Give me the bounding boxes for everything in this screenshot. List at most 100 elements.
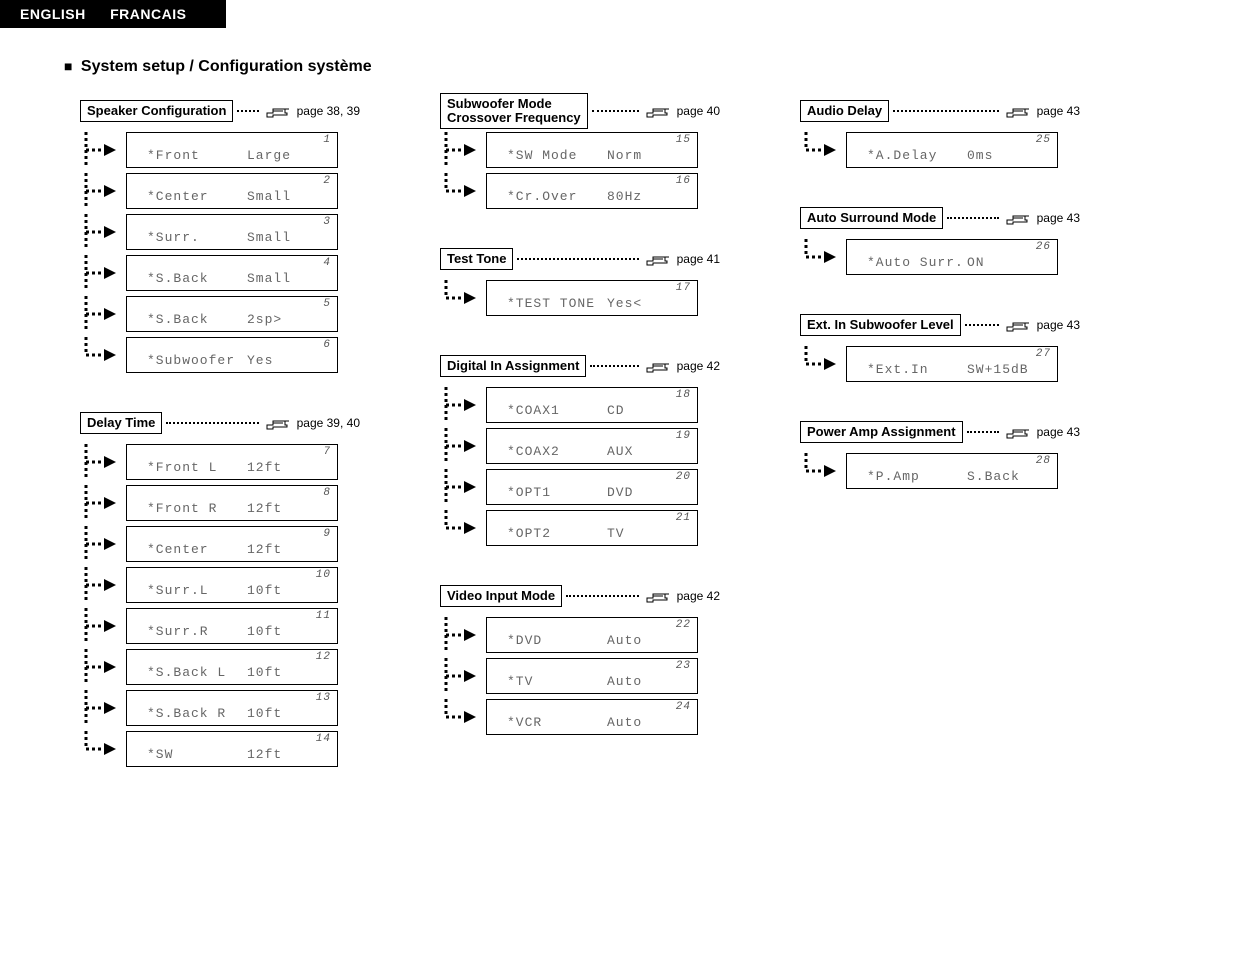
lcd-param-value: Yes [247, 353, 273, 368]
items-area: 18*COAX1CD 19*COAX2AUX 20*OPT1DVD 21 *OPT… [440, 387, 720, 546]
lcd-display: 19*COAX2AUX [486, 428, 698, 464]
column: Audio Delay page 43 25*A.Delay0ms Auto Su… [800, 96, 1080, 494]
flow-arrow-icon [440, 280, 480, 316]
block-header: Test Tone page 41 [440, 244, 720, 274]
hand-pointer-icon [265, 103, 291, 119]
step-number: 8 [323, 487, 331, 499]
flow-arrow-icon [440, 617, 480, 653]
items-area: 1*FrontLarge 2*CenterSmall 3*Surr.Small … [80, 132, 360, 373]
flow-arrow-icon [80, 731, 120, 767]
lcd-param-value: CD [607, 403, 625, 418]
step-number: 26 [1036, 241, 1051, 253]
square-bullet-icon: ■ [64, 58, 72, 74]
step-number: 21 [676, 512, 691, 524]
lcd-display: 3*Surr.Small [126, 214, 338, 250]
lcd-display: 20*OPT1DVD [486, 469, 698, 505]
flow-arrow-icon [80, 214, 120, 250]
hand-pointer-icon [265, 415, 291, 431]
step-number: 23 [676, 660, 691, 672]
menu-item-row: 25*A.Delay0ms [800, 132, 1080, 168]
menu-item-row: 26 *Auto Surr.ON [800, 239, 1080, 275]
block-label: Auto Surround Mode [800, 207, 943, 229]
flow-arrow-icon [800, 346, 840, 382]
step-number: 9 [323, 528, 331, 540]
menu-block: Audio Delay page 43 25*A.Delay0ms [800, 96, 1080, 173]
lcd-param-value: 0ms [967, 148, 993, 163]
flow-arrow-icon [80, 485, 120, 521]
hand-pointer-icon [1005, 103, 1031, 119]
lcd-param-name: *OPT1 [507, 485, 551, 500]
lcd-param-name: *TEST TONE [507, 296, 595, 311]
lcd-display: 18*COAX1CD [486, 387, 698, 423]
lang-francais[interactable]: FRANCAIS [110, 6, 186, 22]
menu-item-row: 8*Front R12ft [80, 485, 360, 521]
flow-arrow-icon [800, 239, 840, 275]
lcd-display: 7*Front L12ft [126, 444, 338, 480]
lcd-param-value: Yes< [607, 296, 642, 311]
step-number: 2 [323, 175, 331, 187]
menu-item-row: 16*Cr.Over80Hz [440, 173, 720, 209]
lcd-param-value: SW+15dB [967, 362, 1029, 377]
step-number: 15 [676, 134, 691, 146]
lcd-param-value: 10ft [247, 583, 282, 598]
menu-item-row: 17*TEST TONEYes< [440, 280, 720, 316]
step-number: 1 [323, 134, 331, 146]
lcd-param-value: 12ft [247, 747, 282, 762]
menu-block: Digital In Assignment page 42 18*COAX1CD… [440, 351, 720, 551]
block-header: Speaker Configuration page 38, 39 [80, 96, 360, 126]
menu-item-row: 28*P.AmpS.Back [800, 453, 1080, 489]
flow-arrow-icon [80, 337, 120, 373]
flow-arrow-icon [80, 649, 120, 685]
lcd-param-value: 12ft [247, 542, 282, 557]
lcd-display: 6 *Subwoofer Yes [126, 337, 338, 373]
flow-arrow-icon [80, 690, 120, 726]
lcd-display: 23*TVAuto [486, 658, 698, 694]
flow-arrow-icon [440, 658, 480, 694]
lcd-param-name: *Auto Surr. [867, 255, 964, 270]
step-number: 14 [316, 733, 331, 745]
menu-item-row: 9*Center12ft [80, 526, 360, 562]
menu-item-row: 20*OPT1DVD [440, 469, 720, 505]
page-reference: page 39, 40 [297, 416, 360, 430]
items-area: 25*A.Delay0ms [800, 132, 1080, 168]
lcd-param-value: Small [247, 189, 291, 204]
menu-block: Ext. In Subwoofer Level page 43 27*Ext.I… [800, 310, 1080, 387]
lcd-param-name: *P.Amp [867, 469, 920, 484]
dotted-leader [566, 595, 639, 597]
step-number: 19 [676, 430, 691, 442]
lcd-param-value: Auto [607, 633, 642, 648]
menu-item-row: 6 *Subwoofer Yes [80, 337, 360, 373]
page-reference: page 38, 39 [297, 104, 360, 118]
menu-item-row: 21*OPT2TV [440, 510, 720, 546]
flow-arrow-icon [80, 132, 120, 168]
lcd-param-value: ON [967, 255, 985, 270]
items-area: 27*Ext.InSW+15dB [800, 346, 1080, 382]
menu-item-row: 10*Surr.L10ft [80, 567, 360, 603]
lcd-param-name: *TV [507, 674, 533, 689]
lcd-param-value: 12ft [247, 460, 282, 475]
lang-english[interactable]: ENGLISH [20, 6, 86, 22]
column: Speaker Configuration page 38, 39 1 *Fron… [80, 96, 360, 772]
block-label: Digital In Assignment [440, 355, 586, 377]
lcd-param-name: *OPT2 [507, 526, 551, 541]
lcd-display: 8*Front R12ft [126, 485, 338, 521]
lcd-param-value: 80Hz [607, 189, 642, 204]
section-title-text: System setup / Configuration système [81, 58, 372, 75]
lcd-param-name: *Subwoofer [147, 353, 235, 368]
step-number: 28 [1036, 455, 1051, 467]
step-number: 6 [323, 339, 331, 351]
dotted-leader [893, 110, 998, 112]
step-number: 11 [316, 610, 331, 622]
items-area: 15*SW ModeNorm 16*Cr.Over80Hz [440, 132, 720, 209]
block-header: Ext. In Subwoofer Level page 43 [800, 310, 1080, 340]
items-area: 17*TEST TONEYes< [440, 280, 720, 316]
page-reference: page 43 [1037, 211, 1080, 225]
items-area: 28*P.AmpS.Back [800, 453, 1080, 489]
lcd-param-name: *Front [147, 148, 200, 163]
lcd-display: 14*SW12ft [126, 731, 338, 767]
lcd-display: 13*S.Back R10ft [126, 690, 338, 726]
block-header: Digital In Assignment page 42 [440, 351, 720, 381]
lcd-param-name: *Ext.In [867, 362, 929, 377]
block-header: Audio Delay page 43 [800, 96, 1080, 126]
block-header: Subwoofer Mode Crossover Frequency page … [440, 96, 720, 126]
